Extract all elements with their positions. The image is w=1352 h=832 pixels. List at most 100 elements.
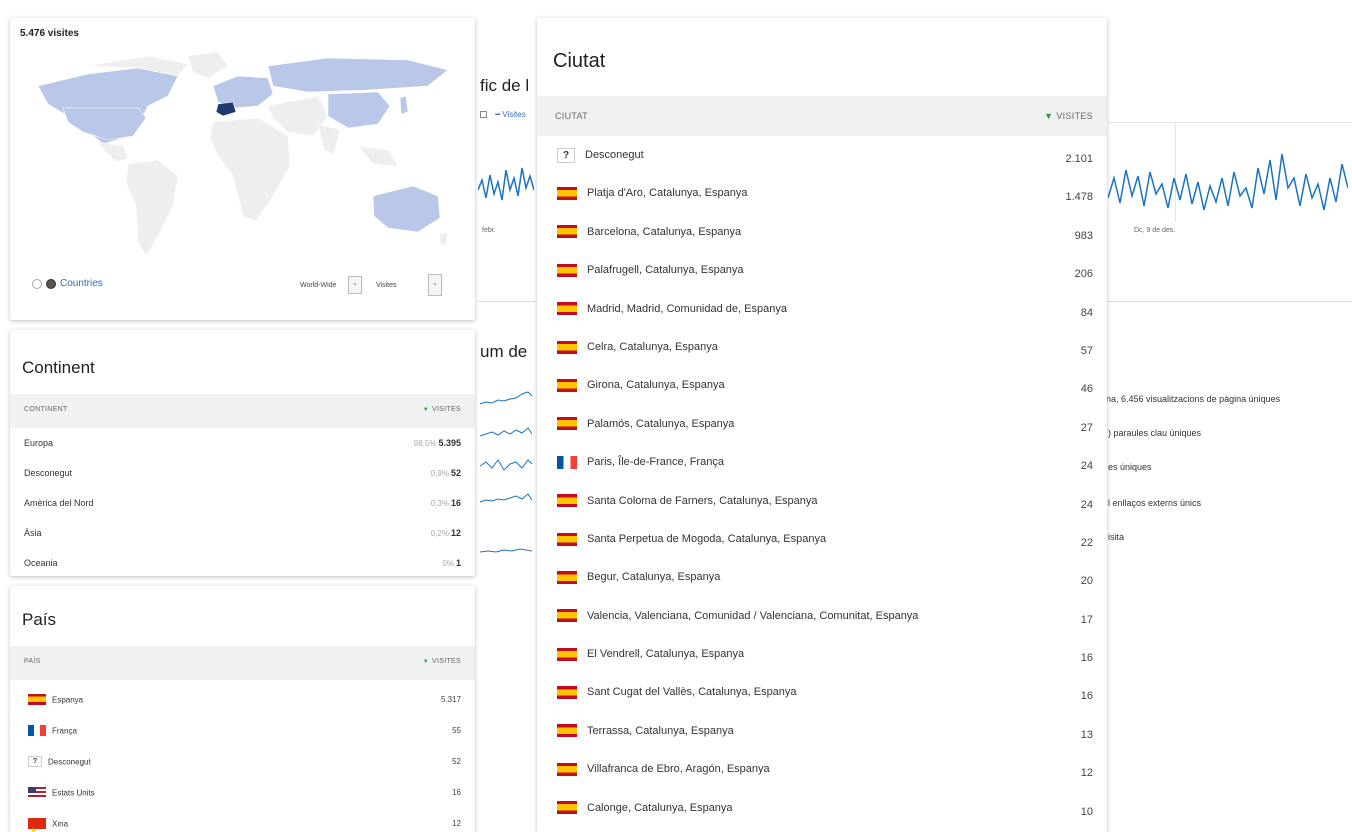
visits-percent: 98,5%: [413, 439, 437, 448]
visits-value: 17: [1080, 613, 1093, 626]
table-row[interactable]: Villafranca de Ebro, Aragón, Espanya 12: [537, 750, 1107, 788]
country-name: Xina: [52, 819, 69, 829]
visits-cell: 0,9% 52: [431, 458, 461, 489]
table-row[interactable]: Xina 12: [10, 808, 475, 832]
table-row[interactable]: Madrid, Madrid, Comunidad de, Espanya 84: [537, 290, 1107, 328]
es-flag-icon: [557, 570, 577, 584]
table-row[interactable]: Oceania 0% 1: [10, 548, 475, 576]
table-row[interactable]: Celra, Catalunya, Espanya 57: [537, 328, 1107, 366]
table-row[interactable]: França 55: [10, 715, 475, 746]
column-header-city[interactable]: CIUTAT: [555, 111, 588, 121]
es-flag-icon: [557, 378, 577, 392]
scope-select[interactable]: ⌄: [348, 276, 362, 294]
country-name: França: [52, 726, 77, 736]
table-row[interactable]: Àsia 0,2% 12: [10, 518, 475, 548]
table-row[interactable]: Europa 98,5% 5.395: [10, 428, 475, 458]
zoom-out-icon[interactable]: [32, 279, 42, 289]
column-header-visits[interactable]: ▼ VISITES: [423, 658, 461, 665]
world-map[interactable]: [28, 46, 458, 266]
table-row[interactable]: Amèrica del Nord 0,3% 16: [10, 488, 475, 518]
column-header-continent[interactable]: CONTINENT: [24, 406, 68, 413]
es-flag-icon: [557, 762, 577, 776]
visits-value: 24: [1080, 460, 1093, 473]
city-name: Villafranca de Ebro, Aragón, Espanya: [587, 763, 770, 776]
visits-percent: 0,2%: [430, 529, 449, 538]
visits-percent: 0%: [442, 559, 454, 568]
table-row[interactable]: Estats Units 16: [10, 777, 475, 808]
column-header-visits[interactable]: ▼ VISITES: [423, 406, 461, 413]
table-row[interactable]: Terrassa, Catalunya, Espanya 13: [537, 712, 1107, 750]
scope-select-label: World-Wide: [300, 282, 337, 289]
column-header-label: VISITES: [1056, 111, 1093, 121]
city-name: Sant Cugat del Vallès, Catalunya, Espany…: [587, 686, 797, 699]
continent-name: Europa: [24, 438, 54, 448]
table-header[interactable]: CIUTAT ▼ VISITES: [537, 96, 1107, 136]
visits-value: 27: [1080, 421, 1093, 434]
table-row[interactable]: ? Desconegut 2.101: [537, 136, 1107, 174]
cn-flag-icon: [28, 815, 46, 832]
es-flag-icon: [557, 340, 577, 354]
countries-link[interactable]: Countries: [60, 278, 103, 289]
axis-label-left: febr.: [482, 227, 496, 234]
table-row[interactable]: ? Desconegut 52: [10, 746, 475, 777]
chart-legend[interactable]: ━ Visites: [480, 110, 526, 119]
country-table-body: Espanya 5.317 França 55? Desconegut 52 Estats …: [10, 684, 475, 832]
visits-value: 16: [452, 788, 461, 797]
table-row[interactable]: Palamós, Catalunya, Espanya 27: [537, 405, 1107, 443]
column-header-country[interactable]: PAÍS: [24, 658, 41, 665]
visits-value: 52: [452, 757, 461, 766]
visits-percent: 0,9%: [430, 469, 449, 478]
table-row[interactable]: Barcelona, Catalunya, Espanya 983: [537, 213, 1107, 251]
table-header[interactable]: PAÍS ▼ VISITES: [10, 646, 475, 680]
city-name: El Vendrell, Catalunya, Espanya: [587, 648, 745, 661]
table-row[interactable]: Desconegut 0,9% 52: [10, 458, 475, 488]
city-name: Calonge, Catalunya, Espanya: [587, 801, 733, 814]
continent-name: Amèrica del Nord: [24, 498, 94, 508]
widget-title: Continent: [22, 358, 95, 377]
city-name: Valencia, Valenciana, Comunidad / Valenc…: [587, 609, 919, 622]
city-name: Terrassa, Catalunya, Espanya: [587, 724, 734, 737]
table-row[interactable]: Valencia, Valenciana, Comunidad / Valenc…: [537, 597, 1107, 635]
visits-value: 1: [455, 558, 461, 568]
es-flag-icon: [557, 609, 577, 623]
table-row[interactable]: Sant Cugat del Vallès, Catalunya, Espany…: [537, 673, 1107, 711]
table-row[interactable]: Girona, Catalunya, Espanya 46: [537, 366, 1107, 404]
table-row[interactable]: Santa Perpetua de Mogoda, Catalunya, Esp…: [537, 520, 1107, 558]
continent-table-body: Europa 98,5% 5.395 Desconegut 0,9% 52 Amèrica …: [10, 428, 475, 576]
city-name: Begur, Catalunya, Espanya: [587, 571, 721, 584]
summary-line: ) paraules clau úniques: [1108, 428, 1202, 438]
table-row[interactable]: Santa Coloma de Farners, Catalunya, Espa…: [537, 482, 1107, 520]
visits-value: 55: [452, 726, 461, 735]
fr-flag-icon: [557, 455, 577, 469]
visits-total: 5.476 visites: [20, 28, 79, 39]
table-row[interactable]: Paris, Île-de-France, França 24: [537, 443, 1107, 481]
summary-line: na, 6.456 visualitzacions de pàgina úniq…: [1106, 394, 1281, 404]
table-row[interactable]: Platja d'Aro, Catalunya, Espanya 1.478: [537, 174, 1107, 212]
column-header-visits[interactable]: ▼ VISITES: [1044, 111, 1093, 121]
visits-value: 46: [1080, 383, 1093, 396]
visits-value: 2.101: [1065, 153, 1093, 165]
es-flag-icon: [557, 186, 577, 200]
country-name: Desconegut: [48, 757, 91, 767]
visits-value: 12: [450, 528, 461, 538]
visits-value: 24: [1080, 498, 1093, 511]
continent-widget: Continent CONTINENT ▼ VISITES Europa 98,5%…: [10, 330, 475, 576]
table-row[interactable]: El Vendrell, Catalunya, Espanya 16: [537, 635, 1107, 673]
es-flag-icon: [557, 494, 577, 508]
widget-title: fic de l: [480, 76, 530, 95]
city-name: Santa Perpetua de Mogoda, Catalunya, Esp…: [587, 533, 827, 545]
summary-line: l enllaços externs únics: [1108, 498, 1202, 508]
widget-title: Ciutat: [553, 50, 606, 72]
es-flag-icon: [557, 724, 577, 738]
city-name: Palafrugell, Catalunya, Espanya: [587, 264, 744, 277]
table-row[interactable]: Espanya 5.317: [10, 684, 475, 715]
widget-title: um de: [480, 342, 528, 361]
es-flag-icon: [557, 225, 577, 239]
visits-value: 5.395: [438, 438, 461, 448]
visits-value: 52: [450, 468, 461, 478]
table-row[interactable]: Palafrugell, Catalunya, Espanya 206: [537, 251, 1107, 289]
table-header[interactable]: CONTINENT ▼ VISITES: [10, 394, 475, 428]
table-row[interactable]: Calonge, Catalunya, Espanya 10: [537, 789, 1107, 827]
metric-select[interactable]: ⌄: [428, 274, 442, 296]
table-row[interactable]: Begur, Catalunya, Espanya 20: [537, 558, 1107, 596]
